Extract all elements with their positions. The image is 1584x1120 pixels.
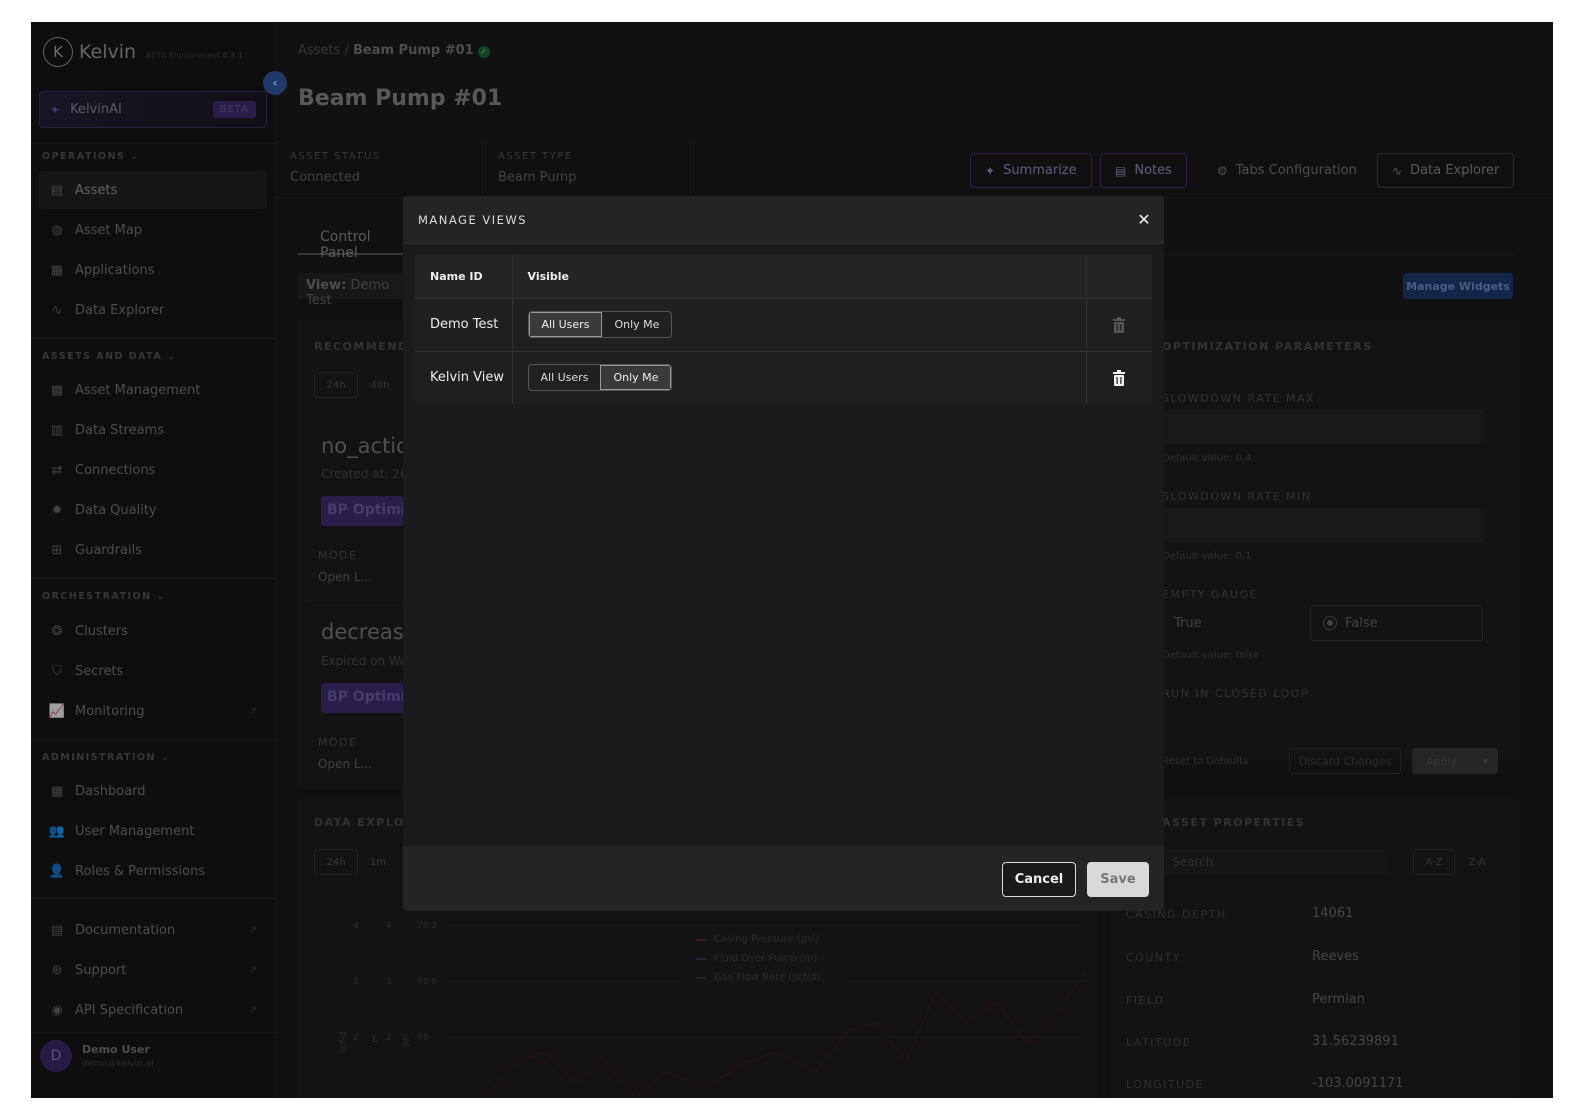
modal-header: MANAGE VIEWS ✕ [403,196,1164,244]
table-row: Kelvin View All Users Only Me [415,350,1153,404]
trash-icon [1113,316,1126,333]
visibility-cell: All Users Only Me [512,350,1087,404]
app-window: K Kelvin BETA Environment 4.3.1 ✦ Kelvin… [31,22,1553,1098]
column-header-name: Name ID [415,255,513,298]
cancel-button[interactable]: Cancel [1002,862,1076,897]
visibility-toggle: All Users Only Me [527,311,673,338]
column-header-actions [1086,255,1152,298]
all-users-option[interactable]: All Users [529,365,601,390]
only-me-option[interactable]: Only Me [602,312,671,337]
collapse-sidebar-button[interactable]: ‹ [263,71,287,95]
chevron-left-icon: ‹ [272,76,278,90]
column-header-visible: Visible [512,255,1087,298]
close-icon[interactable]: ✕ [1124,196,1164,244]
table-row: Demo Test All Users Only Me [415,297,1153,351]
view-name: Kelvin View [415,350,513,404]
view-name: Demo Test [415,297,513,351]
visibility-cell: All Users Only Me [512,297,1087,351]
modal-footer: Cancel Save [403,846,1164,911]
modal-title: MANAGE VIEWS [418,212,528,227]
all-users-option[interactable]: All Users [528,312,603,337]
save-button[interactable]: Save [1087,862,1149,897]
delete-view-button[interactable] [1087,369,1153,386]
visibility-toggle: All Users Only Me [527,364,673,392]
table-header-row: Name ID Visible [415,255,1152,298]
only-me-option[interactable]: Only Me [600,365,672,391]
manage-views-modal: MANAGE VIEWS ✕ Name ID Visible Demo Test… [403,196,1164,911]
views-table: Name ID Visible Demo Test All Users Only… [415,255,1152,404]
delete-view-button[interactable] [1087,316,1153,333]
trash-icon [1113,369,1126,386]
